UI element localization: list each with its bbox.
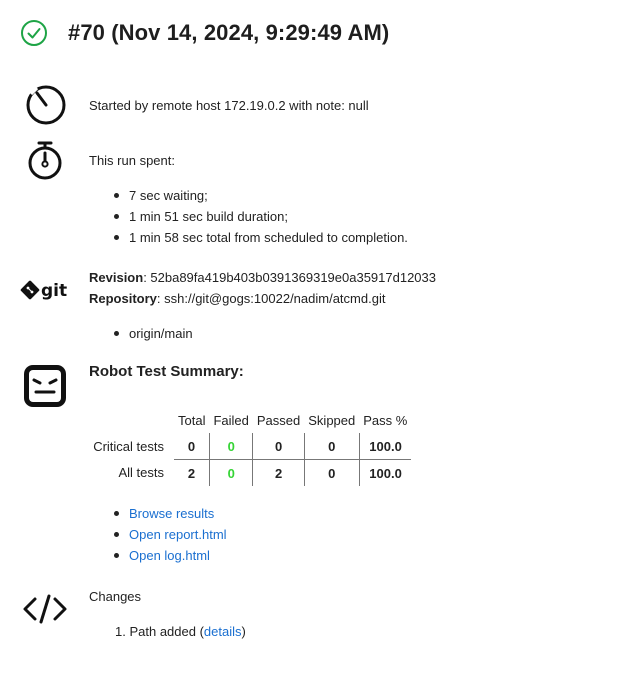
branch-list: origin/main <box>111 323 193 344</box>
cell-total: 0 <box>174 433 210 460</box>
list-item: 7 sec waiting; <box>111 185 408 206</box>
open-report-link[interactable]: Open report.html <box>129 527 227 542</box>
list-item: Open report.html <box>111 524 227 545</box>
robot-links: Browse results Open report.html Open log… <box>111 503 227 566</box>
list-item: 1 min 51 sec build duration; <box>111 206 408 227</box>
browse-results-link[interactable]: Browse results <box>129 506 214 521</box>
column-header: Failed <box>213 412 249 428</box>
item-text: Path added ( <box>129 624 204 639</box>
build-title-row: #70 (Nov 14, 2024, 9:29:49 AM) <box>20 16 389 50</box>
list-item: 1. Path added (details) <box>115 624 246 639</box>
column-header: Pass % <box>363 412 408 428</box>
timing-heading: This run spent: <box>89 153 175 168</box>
cell-pass-pct: 100.0 <box>358 433 412 460</box>
robot-summary-table: Total Failed Passed Skipped Pass % Criti… <box>86 407 412 486</box>
page-title: #70 (Nov 14, 2024, 9:29:49 AM) <box>68 20 390 45</box>
revision-value: : 52ba89fa419b403b0391369319e0a35917d120… <box>143 270 436 285</box>
cell-failed: 0 <box>208 459 253 486</box>
code-brackets-icon <box>20 591 70 627</box>
table-row: All tests 2 0 2 0 100.0 <box>86 459 412 486</box>
row-label: Critical tests <box>93 438 164 454</box>
revision-line: Revision: 52ba89fa419b403b0391369319e0a3… <box>89 270 436 285</box>
repository-label: Repository <box>89 291 157 306</box>
cause-text: Started by remote host 172.19.0.2 with n… <box>89 98 369 113</box>
cell-skipped: 0 <box>303 433 360 460</box>
changes-list: 1. Path added (details) <box>115 624 246 639</box>
list-item: Browse results <box>111 503 227 524</box>
git-logo: git <box>20 276 72 304</box>
stopwatch-icon <box>22 82 68 126</box>
check-circle-icon <box>20 19 48 47</box>
robot-face-icon <box>20 362 70 410</box>
cell-passed: 2 <box>252 459 305 486</box>
list-item: Open log.html <box>111 545 227 566</box>
list-item: origin/main <box>111 323 193 344</box>
column-header: Passed <box>256 412 301 428</box>
repository-value: : ssh://git@gogs:10022/nadim/atcmd.git <box>156 291 386 306</box>
changes-heading: Changes <box>89 589 142 604</box>
repository-line: Repository: ssh://git@gogs:10022/nadim/a… <box>89 291 385 306</box>
list-item: 1 min 58 sec total from scheduled to com… <box>111 227 408 248</box>
open-log-link[interactable]: Open log.html <box>129 548 210 563</box>
cell-pass-pct: 100.0 <box>358 459 412 486</box>
timer-icon <box>24 139 66 183</box>
item-end: ) <box>241 624 246 639</box>
item-number: 1. <box>115 624 126 639</box>
git-logo-text: git <box>41 281 67 301</box>
table-row: Critical tests 0 0 0 0 100.0 <box>86 433 412 460</box>
cell-passed: 0 <box>252 433 305 460</box>
revision-label: Revision <box>89 270 144 285</box>
timing-list: 7 sec waiting; 1 min 51 sec build durati… <box>111 185 408 248</box>
cell-skipped: 0 <box>303 459 360 486</box>
robot-heading: Robot Test Summary: <box>89 363 244 380</box>
cell-failed: 0 <box>208 433 253 460</box>
column-header: Skipped <box>308 412 356 428</box>
column-header: Total <box>178 412 206 428</box>
cell-total: 2 <box>187 465 196 481</box>
details-link[interactable]: details <box>204 624 242 639</box>
row-label: All tests <box>118 465 164 481</box>
table-header-row: Total Failed Passed Skipped Pass % <box>86 407 411 433</box>
